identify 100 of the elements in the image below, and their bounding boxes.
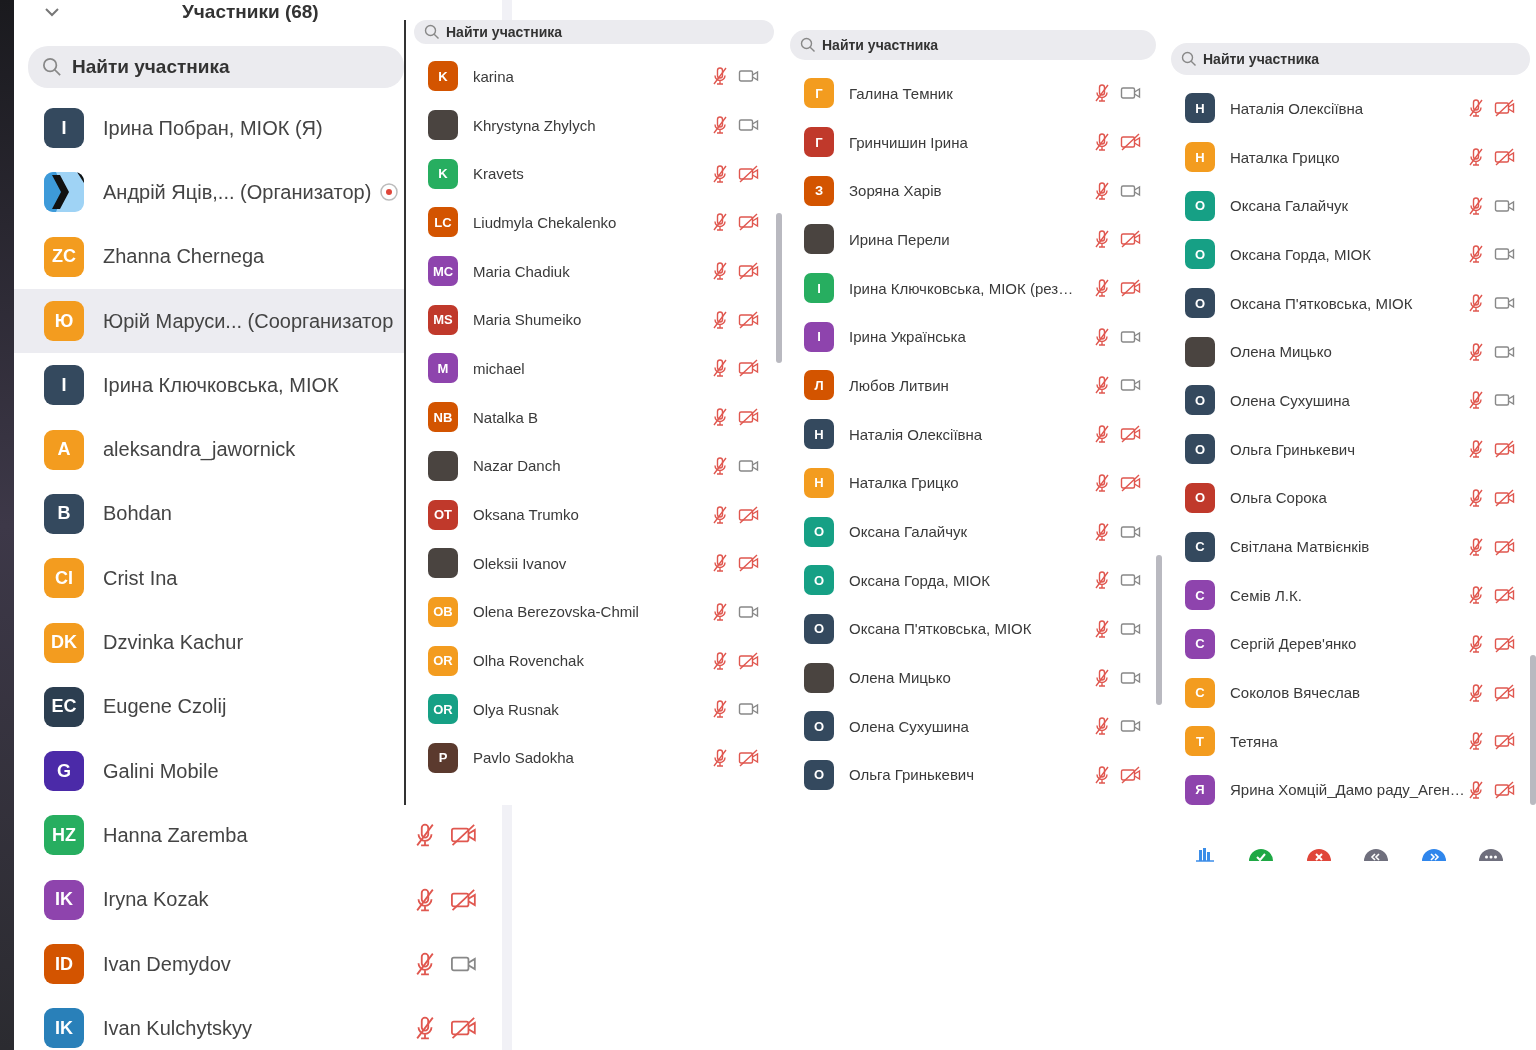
camera-off-icon[interactable]	[738, 650, 760, 671]
camera-off-icon[interactable]	[1494, 487, 1516, 508]
participant-row[interactable]: P Pavlo Sadokha	[414, 733, 774, 783]
participant-row[interactable]: І Ірина Ключковська, МІОК	[14, 353, 404, 418]
participant-row[interactable]: G Galini Mobile	[14, 738, 404, 804]
camera-off-icon[interactable]	[738, 553, 760, 574]
participant-row[interactable]: HZ Hanna Zaremba	[14, 803, 502, 868]
participant-row[interactable]: OR Olya Rusnak	[414, 684, 774, 734]
participant-row[interactable]: Н Наталка Грицко	[790, 458, 1156, 508]
camera-off-icon[interactable]	[738, 407, 760, 428]
camera-off-icon[interactable]	[1494, 682, 1516, 703]
participant-row[interactable]: ID Ivan Demydov	[14, 931, 502, 997]
participant-row[interactable]: З Зоряна Харів	[790, 166, 1156, 216]
participant-row[interactable]: CI Crist Ina	[14, 546, 404, 611]
participant-row[interactable]: О Ольга Сорока	[1171, 473, 1530, 523]
camera-off-icon[interactable]	[1494, 98, 1516, 119]
participant-row[interactable]: О Олена Сухушина	[790, 701, 1156, 751]
camera-off-icon[interactable]	[738, 163, 760, 184]
checkmark-icon[interactable]	[1248, 846, 1275, 863]
camera-off-icon[interactable]	[1494, 633, 1516, 654]
camera-off-icon[interactable]	[1494, 731, 1516, 752]
participant-row[interactable]: ZC Zhanna Chernega	[14, 224, 404, 289]
participant-row[interactable]: Khrystyna Zhylych	[414, 100, 774, 150]
participant-row[interactable]: О Оксана Галайчук	[790, 507, 1156, 556]
participant-row[interactable]: О Оксана Галайчук	[1171, 181, 1530, 231]
participant-row[interactable]: Г Галина Темник	[790, 69, 1156, 118]
participant-row[interactable]: Н Наталія Олексіївна	[1171, 84, 1530, 133]
participant-row[interactable]: B Bohdan	[14, 481, 404, 547]
scrollbar-thumb[interactable]	[1156, 555, 1162, 705]
participant-row[interactable]: LC Liudmyla Chekalenko	[414, 198, 774, 247]
participant-row[interactable]: О Оксана Горда, МІОК	[790, 555, 1156, 605]
camera-off-icon[interactable]	[738, 504, 760, 525]
camera-off-icon[interactable]	[738, 747, 760, 768]
camera-off-icon[interactable]	[738, 358, 760, 379]
participant-row[interactable]: NB Natalka B	[414, 392, 774, 442]
participant-row[interactable]: IK Ivan Kulchytskyy	[14, 996, 502, 1050]
participant-row[interactable]: Oleksii Ivanov	[414, 538, 774, 588]
participant-row[interactable]: OT Oksana Trumko	[414, 490, 774, 539]
more-icon[interactable]	[1477, 846, 1504, 863]
participant-row[interactable]: О Ольга Гринькевич	[1171, 424, 1530, 474]
participant-row[interactable]: Г Гринчишин Ірина	[790, 117, 1156, 167]
participant-row[interactable]: Nazar Danch	[414, 441, 774, 491]
participant-row[interactable]: Я Ярина Хомцій_Дамо раду_Аген…	[1171, 765, 1530, 815]
double-chevron-right-icon[interactable]	[1420, 846, 1447, 863]
participant-row[interactable]: Олена Мицько	[790, 653, 1156, 702]
participant-row[interactable]: О Ольга Гринькевич	[790, 750, 1156, 800]
participant-row[interactable]: О Оксана П'ятковська, МІОК	[1171, 278, 1530, 328]
camera-off-icon[interactable]	[738, 212, 760, 233]
camera-off-icon[interactable]	[1120, 229, 1142, 250]
participant-row[interactable]: M michael	[414, 344, 774, 393]
camera-off-icon[interactable]	[1120, 764, 1142, 785]
scrollbar-thumb[interactable]	[1530, 655, 1536, 805]
participant-row[interactable]: Т Тетяна	[1171, 716, 1530, 766]
participant-row[interactable]: Ирина Перели	[790, 215, 1156, 264]
search-field[interactable]: Найти участника	[1171, 43, 1530, 75]
participant-row[interactable]: О Оксана Горда, МІОК	[1171, 230, 1530, 279]
participant-row[interactable]: OR Olha Rovenchak	[414, 636, 774, 685]
participant-row[interactable]: С Семів Л.К.	[1171, 570, 1530, 620]
participant-row[interactable]: OB Olena Berezovska-Chmil	[414, 587, 774, 637]
camera-off-icon[interactable]	[1120, 278, 1142, 299]
chevron-down-icon[interactable]	[44, 7, 60, 17]
participant-row[interactable]: І Ірина Побран, МІОК (Я)	[14, 96, 404, 161]
participant-row[interactable]: Н Наталка Грицко	[1171, 132, 1530, 182]
camera-off-icon[interactable]	[1494, 536, 1516, 557]
participant-row[interactable]: С Сергій Дерев'янко	[1171, 619, 1530, 669]
participant-row[interactable]: MC Maria Chadiuk	[414, 246, 774, 296]
search-field[interactable]: Найти участника	[790, 30, 1156, 60]
camera-off-icon[interactable]	[1120, 424, 1142, 445]
participant-row[interactable]: Олена Мицько	[1171, 327, 1530, 377]
participant-row[interactable]: Л Любов Литвин	[790, 361, 1156, 410]
participant-row[interactable]: О Оксана П'ятковська, МІОК	[790, 604, 1156, 654]
camera-off-icon[interactable]	[450, 886, 478, 913]
camera-off-icon[interactable]	[738, 261, 760, 282]
camera-off-icon[interactable]	[1494, 779, 1516, 800]
participant-row[interactable]: DK Dzvinka Kachur	[14, 610, 404, 675]
participant-row[interactable]: Ю Юрій Маруси... (Соорганизатор	[14, 288, 404, 354]
cross-icon[interactable]	[1305, 846, 1332, 863]
camera-off-icon[interactable]	[1494, 585, 1516, 606]
search-field[interactable]: Найти участника	[414, 20, 774, 44]
participant-row[interactable]: Н Наталія Олексіївна	[790, 409, 1156, 459]
camera-off-icon[interactable]	[1120, 132, 1142, 153]
participant-row[interactable]: С Соколов Вячеслав	[1171, 668, 1530, 717]
camera-off-icon[interactable]	[1494, 439, 1516, 460]
participant-row[interactable]: K karina	[414, 52, 774, 101]
participant-row[interactable]: І Ірина Ключковська, МІОК (рез…	[790, 263, 1156, 313]
participant-row[interactable]: MS Maria Shumeiko	[414, 295, 774, 345]
participant-row[interactable]: A aleksandra_jawornick	[14, 417, 404, 482]
participant-row[interactable]: Андрій Яців,... (Организатор)	[14, 160, 404, 225]
camera-off-icon[interactable]	[1494, 147, 1516, 168]
scrollbar-thumb[interactable]	[776, 213, 782, 363]
participant-row[interactable]: IK Iryna Kozak	[14, 867, 502, 932]
double-chevron-left-icon[interactable]	[1363, 846, 1390, 863]
participant-row[interactable]: І Ірина Українська	[790, 312, 1156, 362]
participant-row[interactable]: K Kravets	[414, 149, 774, 199]
participant-row[interactable]: EC Eugene Czolij	[14, 674, 404, 739]
participant-row[interactable]: С Світлана Матвієнків	[1171, 522, 1530, 571]
camera-off-icon[interactable]	[1120, 472, 1142, 493]
search-field[interactable]: Найти участника	[28, 46, 404, 88]
participant-row[interactable]: О Олена Сухушина	[1171, 376, 1530, 425]
camera-off-icon[interactable]	[738, 309, 760, 330]
